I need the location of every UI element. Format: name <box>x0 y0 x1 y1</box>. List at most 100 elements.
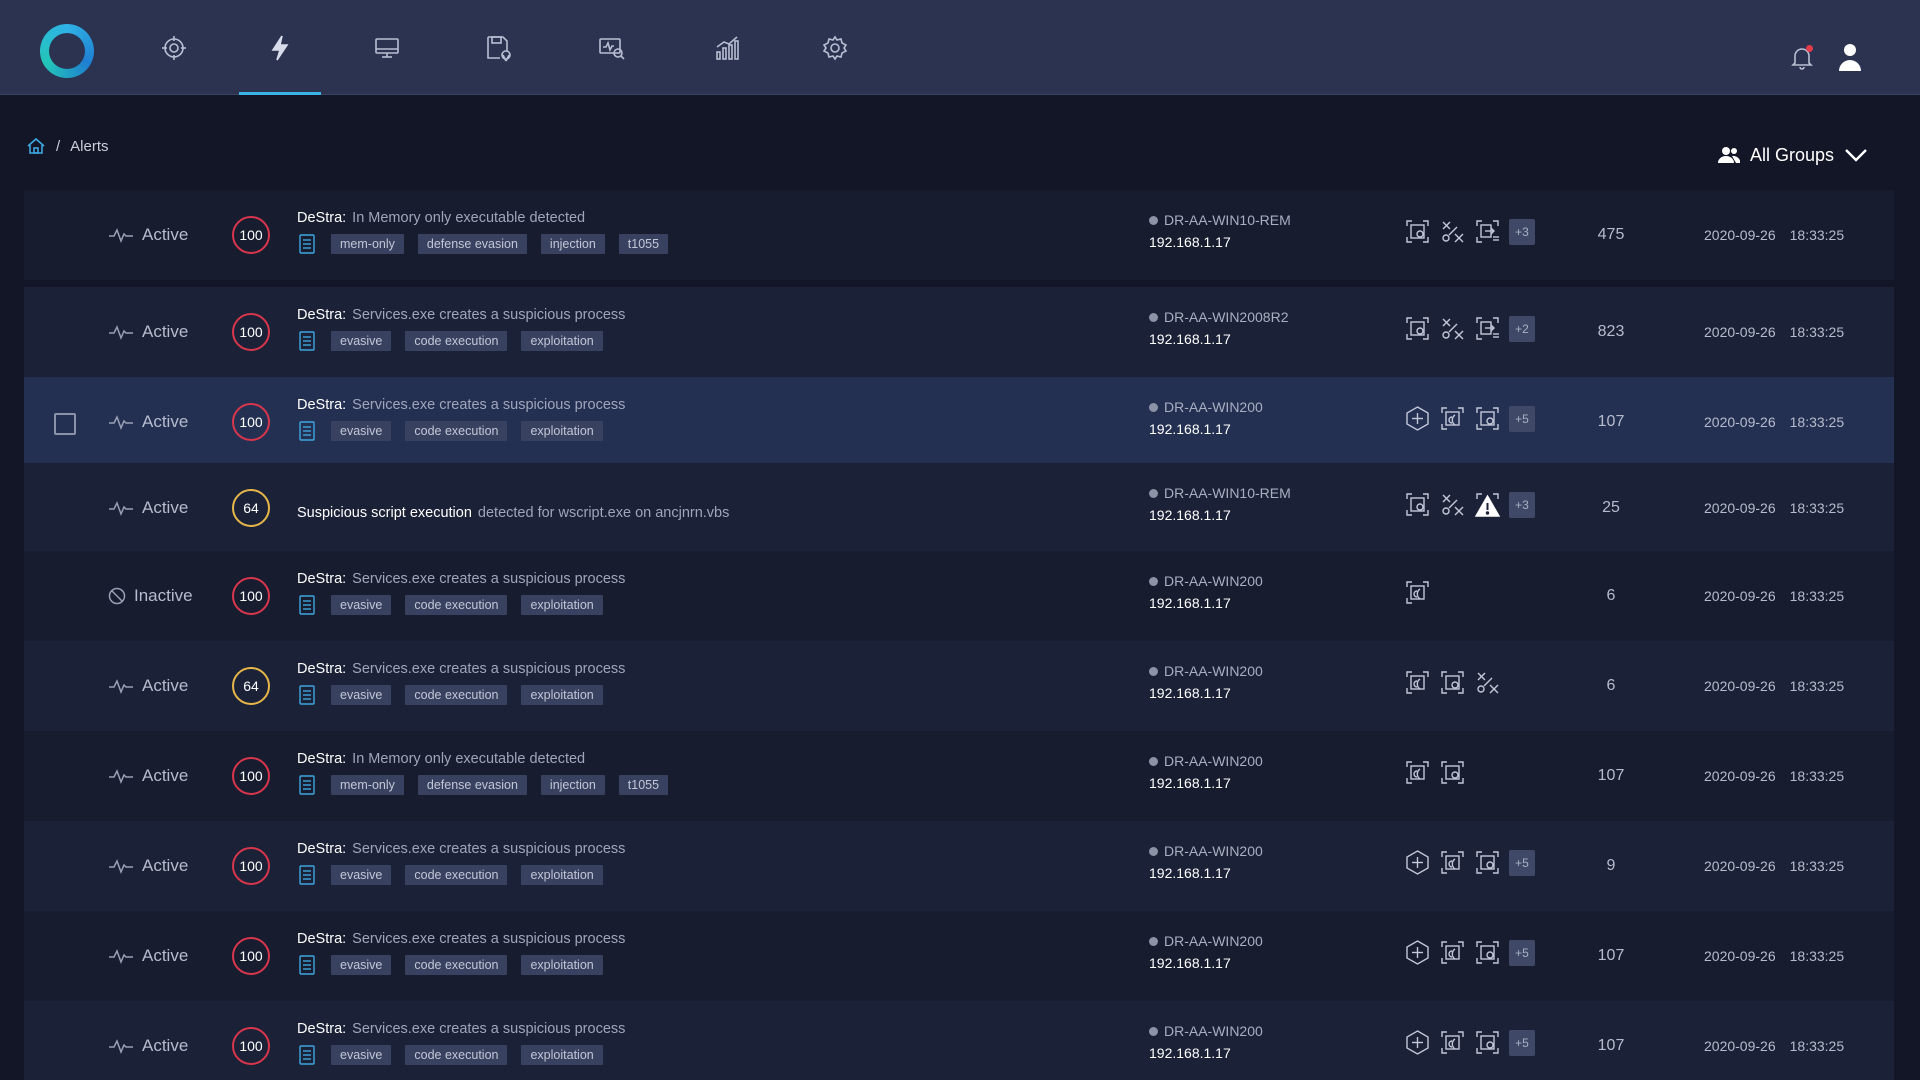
disconnect-icon[interactable] <box>1439 315 1466 342</box>
screen-capture-icon[interactable] <box>1439 759 1466 786</box>
alert-tag[interactable]: code execution <box>405 595 508 615</box>
alert-tag[interactable]: exploitation <box>521 421 603 441</box>
more-actions-button[interactable]: +5 <box>1509 939 1535 966</box>
alert-row[interactable]: Active 100 DeStra: Services.exe creates a… <box>24 821 1894 911</box>
groups-dropdown[interactable]: All Groups <box>1718 140 1868 170</box>
alert-host[interactable]: DR-AA-WIN10-REM 192.168.1.17 <box>1149 212 1291 250</box>
document-icon[interactable] <box>297 1044 317 1066</box>
add-hexagon-icon[interactable] <box>1404 1029 1431 1056</box>
alert-row[interactable]: Active 100 DeStra: Services.exe creates a… <box>24 911 1894 1001</box>
alert-row[interactable]: Inactive 100 DeStra: Services.exe creates… <box>24 551 1894 641</box>
nav-targets[interactable] <box>133 0 215 95</box>
document-icon[interactable] <box>297 864 317 886</box>
alert-row[interactable]: Active 100 DeStra: In Memory only executa… <box>24 190 1894 280</box>
alert-title[interactable]: DeStra: Services.exe creates a suspicious… <box>297 661 1117 677</box>
alert-tag[interactable]: code execution <box>405 1045 508 1065</box>
alert-title[interactable]: DeStra: Services.exe creates a suspicious… <box>297 1021 1117 1037</box>
document-icon[interactable] <box>297 774 317 796</box>
alert-row[interactable]: Active 64 Suspicious script execution det… <box>24 463 1894 553</box>
alert-title[interactable]: DeStra: Services.exe creates a suspicious… <box>297 571 1117 587</box>
live-response-icon[interactable] <box>1439 1029 1466 1056</box>
disconnect-icon[interactable] <box>1439 491 1466 518</box>
add-hexagon-icon[interactable] <box>1404 939 1431 966</box>
live-response-icon[interactable] <box>1439 405 1466 432</box>
live-response-icon[interactable] <box>1439 939 1466 966</box>
screen-capture-icon[interactable] <box>1404 218 1431 245</box>
nav-endpoints[interactable] <box>346 0 428 95</box>
export-list-icon[interactable] <box>1474 315 1501 342</box>
alert-tag[interactable]: defense evasion <box>417 234 527 254</box>
alert-tag[interactable]: code execution <box>405 331 508 351</box>
alert-row[interactable]: Active 100 DeStra: Services.exe creates a… <box>24 377 1894 467</box>
alert-title[interactable]: Suspicious script execution detected for … <box>297 505 1117 521</box>
alert-title[interactable]: DeStra: Services.exe creates a suspicious… <box>297 931 1117 947</box>
export-list-icon[interactable] <box>1474 218 1501 245</box>
alert-host[interactable]: DR-AA-WIN200 192.168.1.17 <box>1149 933 1263 971</box>
live-response-icon[interactable] <box>1404 579 1431 606</box>
alert-tag[interactable]: code execution <box>405 955 508 975</box>
alert-tag[interactable]: evasive <box>331 1045 392 1065</box>
alert-tag[interactable]: code execution <box>405 865 508 885</box>
document-icon[interactable] <box>297 684 317 706</box>
more-actions-button[interactable]: +2 <box>1509 315 1535 342</box>
alert-tag[interactable]: t1055 <box>618 775 669 795</box>
row-checkbox[interactable] <box>54 413 76 435</box>
screen-capture-icon[interactable] <box>1474 849 1501 876</box>
alert-tag[interactable]: exploitation <box>521 1045 603 1065</box>
alert-tag[interactable]: mem-only <box>331 234 404 254</box>
nav-investigate[interactable] <box>571 0 653 95</box>
document-icon[interactable] <box>297 594 317 616</box>
warning-icon[interactable] <box>1474 491 1501 518</box>
more-actions-button[interactable]: +3 <box>1509 218 1535 245</box>
alert-host[interactable]: DR-AA-WIN200 192.168.1.17 <box>1149 1023 1263 1061</box>
home-icon[interactable] <box>26 136 46 156</box>
nav-reports[interactable] <box>686 0 768 95</box>
nav-storage[interactable] <box>457 0 539 95</box>
alert-host[interactable]: DR-AA-WIN200 192.168.1.17 <box>1149 843 1263 881</box>
alert-title[interactable]: DeStra: In Memory only executable detecte… <box>297 751 1117 767</box>
alert-tag[interactable]: injection <box>540 775 605 795</box>
live-response-icon[interactable] <box>1404 759 1431 786</box>
screen-capture-icon[interactable] <box>1404 491 1431 518</box>
screen-capture-icon[interactable] <box>1474 939 1501 966</box>
alert-row[interactable]: Active 64 DeStra: Services.exe creates a … <box>24 641 1894 731</box>
alert-tag[interactable]: t1055 <box>618 234 669 254</box>
notifications-button[interactable] <box>1788 43 1816 71</box>
alert-tag[interactable]: evasive <box>331 595 392 615</box>
alert-host[interactable]: DR-AA-WIN200 192.168.1.17 <box>1149 573 1263 611</box>
alert-tag[interactable]: mem-only <box>331 775 404 795</box>
live-response-icon[interactable] <box>1404 669 1431 696</box>
alert-tag[interactable]: exploitation <box>521 865 603 885</box>
alert-tag[interactable]: defense evasion <box>417 775 527 795</box>
document-icon[interactable] <box>297 420 317 442</box>
document-icon[interactable] <box>297 954 317 976</box>
alert-host[interactable]: DR-AA-WIN200 192.168.1.17 <box>1149 753 1263 791</box>
more-actions-button[interactable]: +5 <box>1509 405 1535 432</box>
alert-title[interactable]: DeStra: Services.exe creates a suspicious… <box>297 397 1117 413</box>
more-actions-button[interactable]: +3 <box>1509 491 1535 518</box>
live-response-icon[interactable] <box>1439 849 1466 876</box>
alert-host[interactable]: DR-AA-WIN2008R2 192.168.1.17 <box>1149 309 1288 347</box>
more-actions-button[interactable]: +5 <box>1509 1029 1535 1056</box>
alert-tag[interactable]: exploitation <box>521 595 603 615</box>
screen-capture-icon[interactable] <box>1439 669 1466 696</box>
screen-capture-icon[interactable] <box>1474 405 1501 432</box>
alert-tag[interactable]: injection <box>540 234 605 254</box>
user-menu-button[interactable] <box>1836 42 1864 72</box>
alert-tag[interactable]: evasive <box>331 685 392 705</box>
alert-title[interactable]: DeStra: Services.exe creates a suspicious… <box>297 307 1117 323</box>
document-icon[interactable] <box>297 233 317 255</box>
alert-tag[interactable]: exploitation <box>521 685 603 705</box>
alert-row[interactable]: Active 100 DeStra: Services.exe creates a… <box>24 287 1894 377</box>
alert-tag[interactable]: code execution <box>405 685 508 705</box>
alert-title[interactable]: DeStra: Services.exe creates a suspicious… <box>297 841 1117 857</box>
alert-tag[interactable]: exploitation <box>521 955 603 975</box>
add-hexagon-icon[interactable] <box>1404 405 1431 432</box>
screen-capture-icon[interactable] <box>1404 315 1431 342</box>
document-icon[interactable] <box>297 330 317 352</box>
add-hexagon-icon[interactable] <box>1404 849 1431 876</box>
screen-capture-icon[interactable] <box>1474 1029 1501 1056</box>
nav-settings[interactable] <box>794 0 876 95</box>
alert-tag[interactable]: evasive <box>331 331 392 351</box>
app-logo[interactable] <box>40 24 94 78</box>
